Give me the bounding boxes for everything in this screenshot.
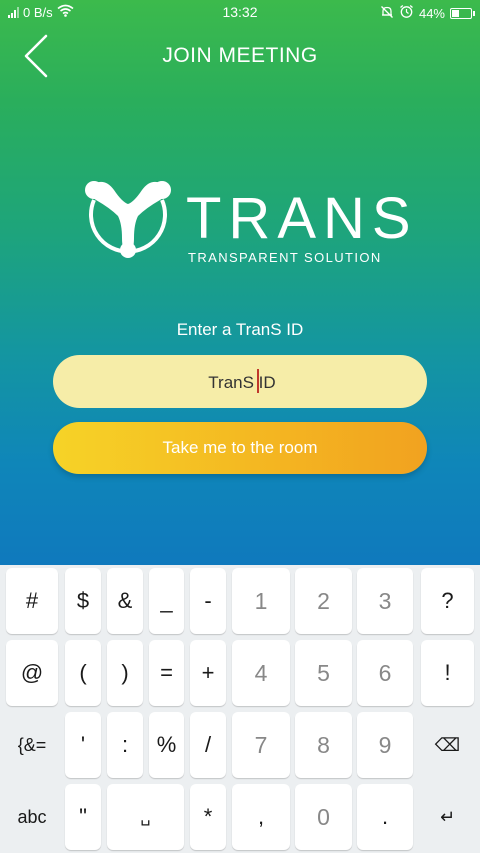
apostrophe-key[interactable]: ' — [65, 712, 101, 778]
digit-1-key[interactable]: 1 — [232, 568, 290, 634]
id-prompt-label: Enter a TranS ID — [176, 320, 304, 339]
digit-3-key[interactable]: 3 — [357, 568, 413, 634]
key-label: $ — [76, 588, 90, 613]
key-label: ) — [121, 660, 129, 685]
id-input-container — [53, 355, 431, 410]
key-label: ? — [441, 588, 454, 613]
page-title: JOIN MEETING — [162, 44, 318, 67]
soft-keyboard: # $ & _ - 1 2 3? @ () = +4 5 6! {&= ':% / 7 8 9 ⌫ abc " ␣ *, 0. ↵ — [0, 565, 480, 853]
text-cursor — [257, 369, 259, 393]
backspace-key[interactable]: ⌫ — [421, 712, 474, 778]
key-label: @ — [20, 660, 44, 685]
status-bar: 0 B/s 13:32 44% — [0, 0, 480, 24]
ampersand-key[interactable]: & — [107, 568, 143, 634]
status-right: 44% — [380, 4, 475, 22]
trans-logo-mark-icon — [85, 181, 171, 258]
key-label: : — [121, 732, 129, 757]
key-label: _ — [160, 588, 173, 613]
key-label: + — [201, 660, 215, 685]
left-paren-key[interactable]: ( — [65, 640, 101, 706]
key-label: ' — [80, 732, 86, 757]
right-paren-key[interactable]: ) — [107, 640, 143, 706]
key-label: 4 — [254, 659, 268, 686]
equals-key[interactable]: = — [149, 640, 184, 706]
key-label: % — [156, 732, 177, 757]
key-label: 1 — [254, 587, 268, 614]
key-label: / — [204, 732, 212, 757]
symbols-toggle-key[interactable]: {&= — [6, 712, 58, 778]
digit-9-key[interactable]: 9 — [357, 712, 413, 778]
exclamation-key[interactable]: ! — [421, 640, 474, 706]
asterisk-key[interactable]: * — [190, 784, 226, 850]
at-key[interactable]: @ — [6, 640, 58, 706]
key-label: 0 — [317, 803, 330, 830]
minus-key[interactable]: - — [190, 568, 226, 634]
digit-7-key[interactable]: 7 — [232, 712, 290, 778]
battery-percent: 44% — [418, 5, 445, 21]
key-label: 7 — [254, 731, 268, 758]
key-label: {&= — [17, 734, 47, 755]
trans-id-input[interactable] — [53, 355, 431, 410]
underscore-key[interactable]: _ — [149, 568, 184, 634]
enter-key[interactable]: ↵ — [421, 784, 474, 850]
key-label: ( — [79, 660, 87, 685]
colon-key[interactable]: : — [107, 712, 143, 778]
quote-key[interactable]: " — [65, 784, 101, 850]
hash-key[interactable]: # — [6, 568, 58, 634]
key-label: = — [160, 660, 173, 685]
key-label: * — [203, 804, 213, 829]
alarm-icon — [399, 4, 414, 22]
digit-2-key[interactable]: 2 — [295, 568, 352, 634]
plus-key[interactable]: + — [190, 640, 226, 706]
key-label: 8 — [317, 731, 330, 758]
key-label: , — [257, 804, 265, 829]
dollar-key[interactable]: $ — [65, 568, 101, 634]
key-label: 6 — [378, 659, 392, 686]
digit-8-key[interactable]: 8 — [295, 712, 352, 778]
key-label: & — [117, 588, 133, 613]
join-meeting-screen: 0 B/s 13:32 44% JOIN MEETING TRANS TRANS… — [0, 0, 480, 853]
enter-icon: ↵ — [439, 806, 456, 827]
battery-fill — [452, 9, 460, 17]
key-label: " — [79, 804, 87, 829]
trans-logo: TRANS TRANSPARENT SOLUTION — [78, 172, 411, 272]
battery-icon — [450, 7, 475, 19]
digit-5-key[interactable]: 5 — [295, 640, 352, 706]
digit-4-key[interactable]: 4 — [232, 640, 290, 706]
gradient-background — [0, 0, 480, 565]
comma-key[interactable]: , — [232, 784, 290, 850]
key-label: ! — [444, 660, 451, 685]
key-label: 5 — [317, 659, 330, 686]
key-label: 2 — [317, 587, 330, 614]
key-label: - — [204, 588, 212, 613]
digit-6-key[interactable]: 6 — [357, 640, 413, 706]
key-label: 3 — [378, 587, 392, 614]
percent-key[interactable]: % — [149, 712, 184, 778]
backspace-icon: ⌫ — [434, 734, 461, 755]
period-key[interactable]: . — [357, 784, 413, 850]
digit-0-key[interactable]: 0 — [295, 784, 352, 850]
abc-toggle-key[interactable]: abc — [6, 784, 58, 850]
take-me-to-room-button[interactable]: Take me to the room — [53, 422, 427, 474]
key-label: 9 — [378, 731, 392, 758]
space-key[interactable]: ␣ — [107, 784, 184, 850]
logo-wordmark: TRANS — [186, 186, 418, 251]
key-label: abc — [17, 806, 47, 827]
logo-tagline: TRANSPARENT SOLUTION — [188, 250, 382, 265]
space-icon: ␣ — [140, 809, 151, 826]
key-label: # — [25, 588, 39, 613]
question-key[interactable]: ? — [421, 568, 474, 634]
key-label: . — [381, 804, 389, 829]
notification-muted-icon — [380, 5, 394, 22]
slash-key[interactable]: / — [190, 712, 226, 778]
